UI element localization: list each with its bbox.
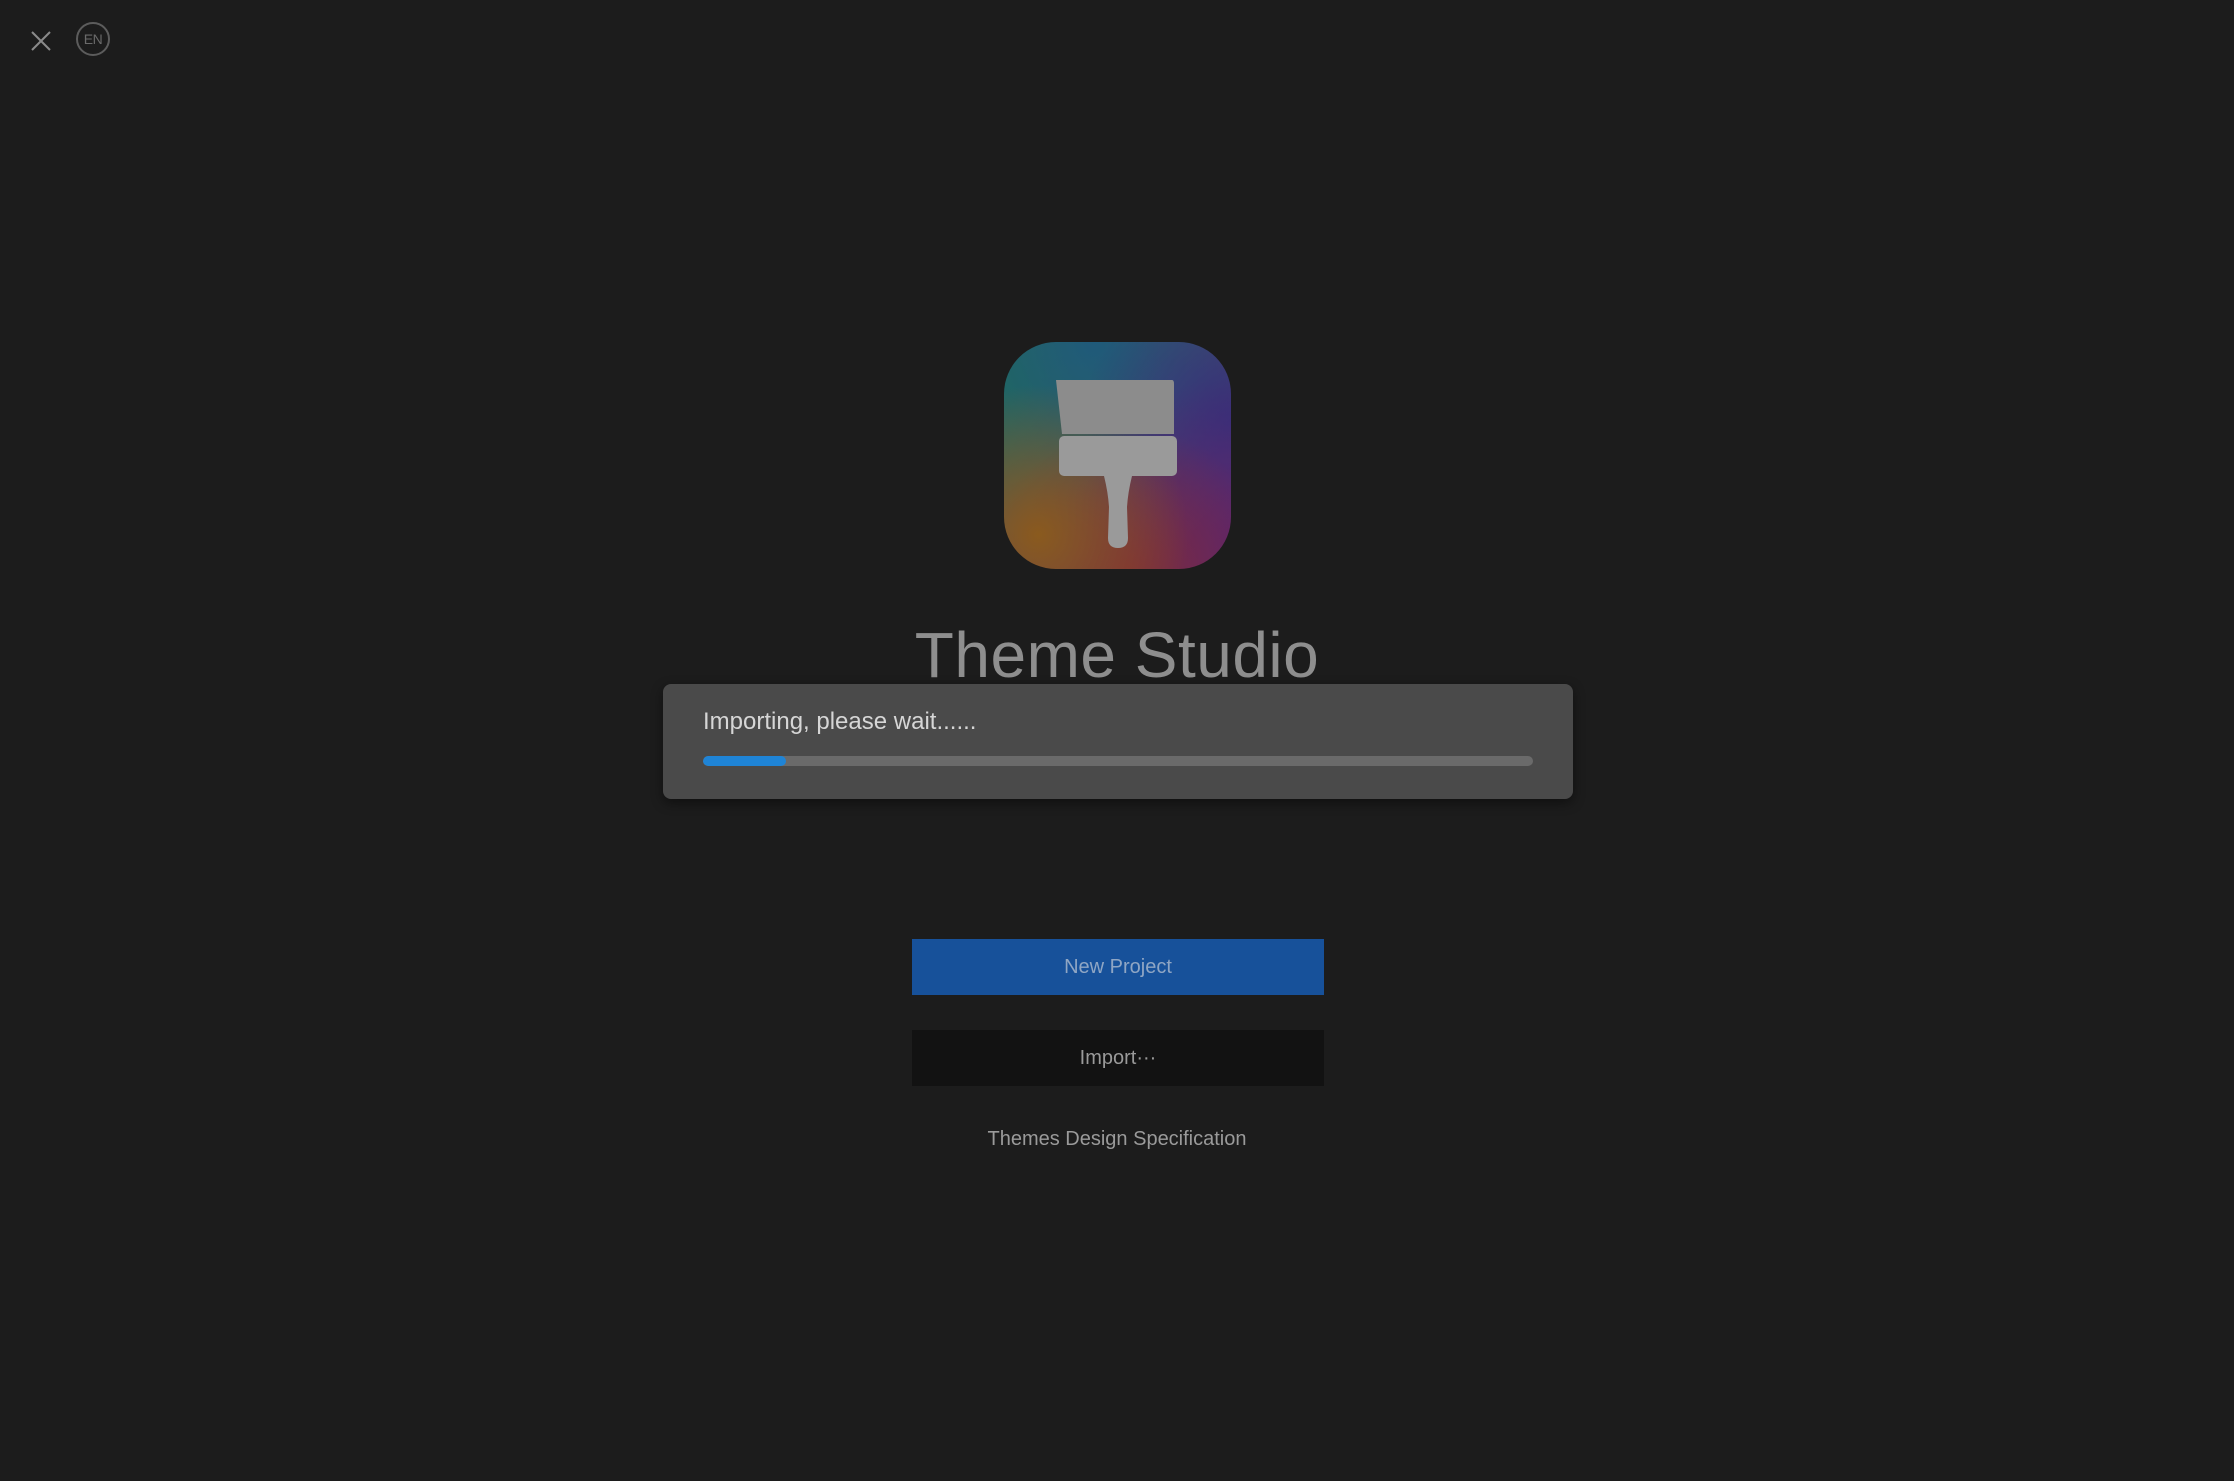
new-project-button[interactable]: New Project: [912, 939, 1324, 995]
import-button[interactable]: Import···: [912, 1030, 1324, 1086]
import-progress-bar: [703, 756, 1533, 766]
design-spec-link-row: Themes Design Specification: [0, 1128, 2234, 1151]
language-button[interactable]: EN: [76, 22, 110, 56]
import-status-text: Importing, please wait......: [703, 708, 977, 735]
close-button[interactable]: [24, 24, 58, 58]
import-progress-dialog: Importing, please wait......: [663, 684, 1573, 799]
new-project-label: New Project: [1064, 955, 1172, 978]
design-spec-link[interactable]: Themes Design Specification: [987, 1128, 1246, 1150]
import-progress-fill: [703, 756, 786, 766]
app-logo: [1004, 342, 1231, 569]
paintbrush-icon: [1056, 380, 1177, 548]
close-icon: [31, 31, 51, 51]
import-label: Import···: [1079, 1046, 1157, 1069]
app-title: Theme Studio: [914, 619, 1320, 691]
language-label: EN: [83, 31, 103, 47]
start-window: EN Theme Studio Importing, please wait..…: [0, 0, 2234, 1481]
